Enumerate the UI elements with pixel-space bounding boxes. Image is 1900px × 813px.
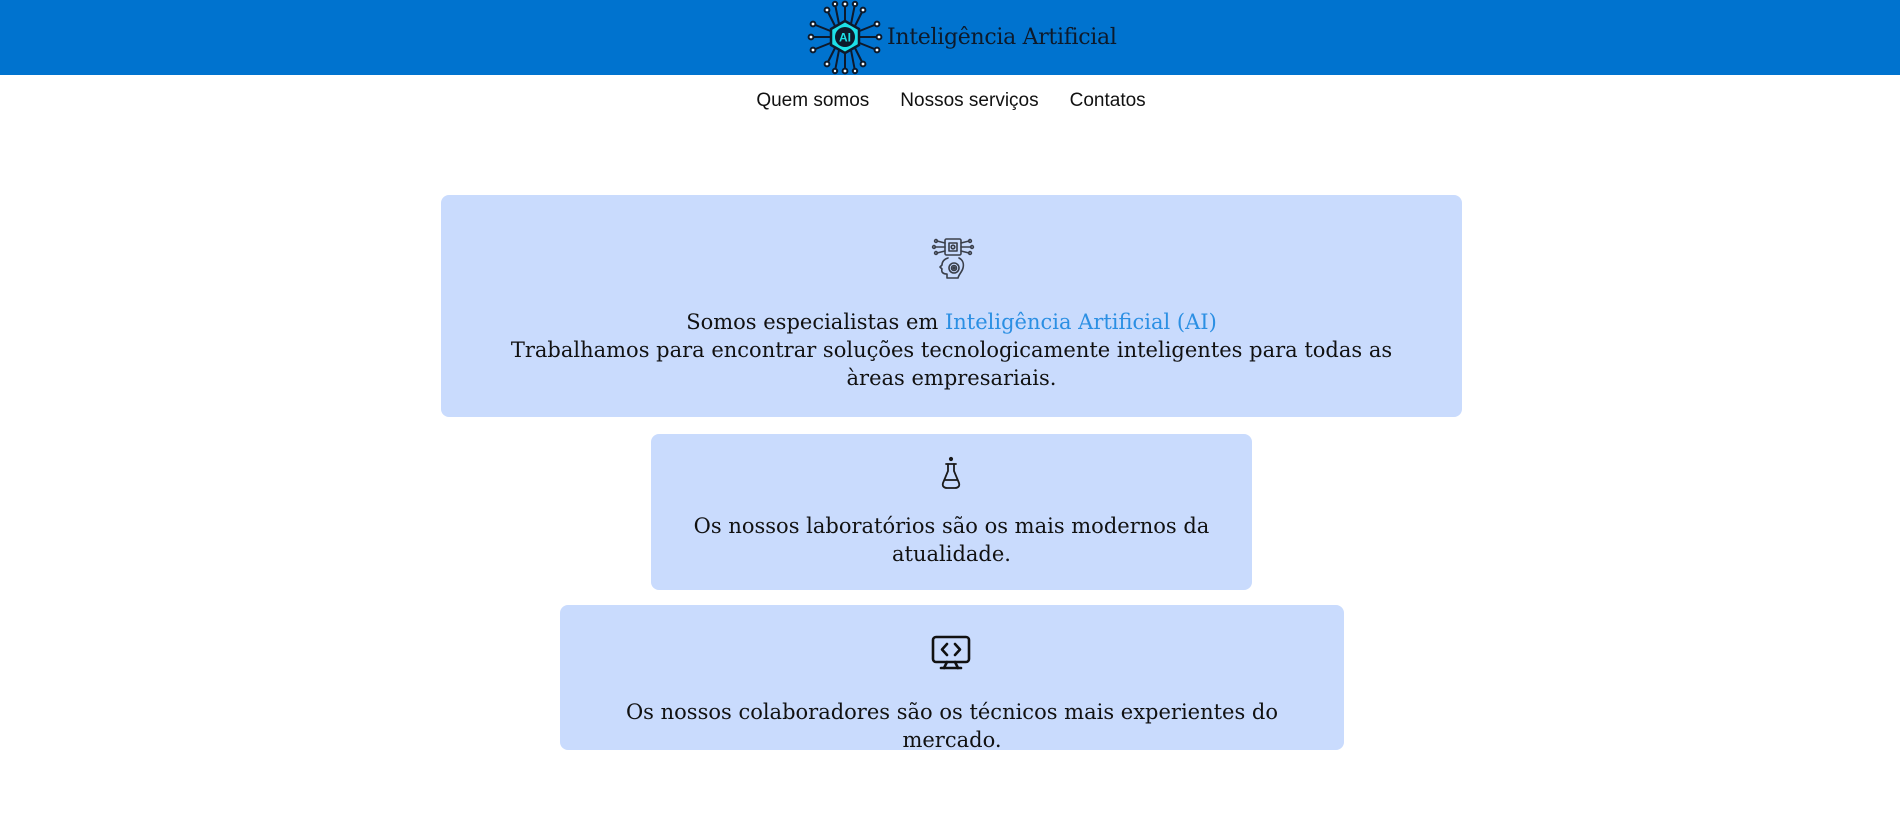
card-laboratories-text: Os nossos laboratórios são os mais moder… [693, 514, 1210, 566]
card-collaborators: Os nossos colaboradores são os técnicos … [560, 605, 1344, 752]
svg-text:AI: AI [839, 31, 851, 45]
specialists-lead: Somos especialistas em [686, 310, 945, 334]
nav-item-contatos[interactable]: Contatos [1070, 90, 1146, 112]
card-collaborators-text: Os nossos colaboradores são os técnicos … [625, 700, 1279, 752]
nav-item-quem-somos[interactable]: Quem somos [756, 90, 869, 112]
main-nav: Quem somos Nossos serviços Contatos [0, 75, 1900, 127]
brand[interactable]: AI Inteligência Artificial [805, 0, 1117, 75]
card-laboratories: Os nossos laboratórios são os mais moder… [651, 434, 1252, 590]
card-specialists-text: Somos especialistas em Inteligência Arti… [481, 308, 1422, 392]
nav-item-nossos-servicos[interactable]: Nossos serviços [900, 90, 1038, 112]
site-header: AI Inteligência Artificial [0, 0, 1900, 75]
monitor-code-icon [931, 635, 971, 675]
flask-icon [939, 456, 963, 494]
ai-head-icon [929, 236, 975, 286]
specialists-body: Trabalhamos para encontrar soluções tecn… [510, 338, 1393, 390]
ai-chip-logo-icon: AI [805, 0, 885, 75]
ai-highlight-link: Inteligência Artificial (AI) [944, 310, 1217, 334]
card-specialists: Somos especialistas em Inteligência Arti… [441, 195, 1462, 417]
site-title: Inteligência Artificial [887, 25, 1117, 50]
